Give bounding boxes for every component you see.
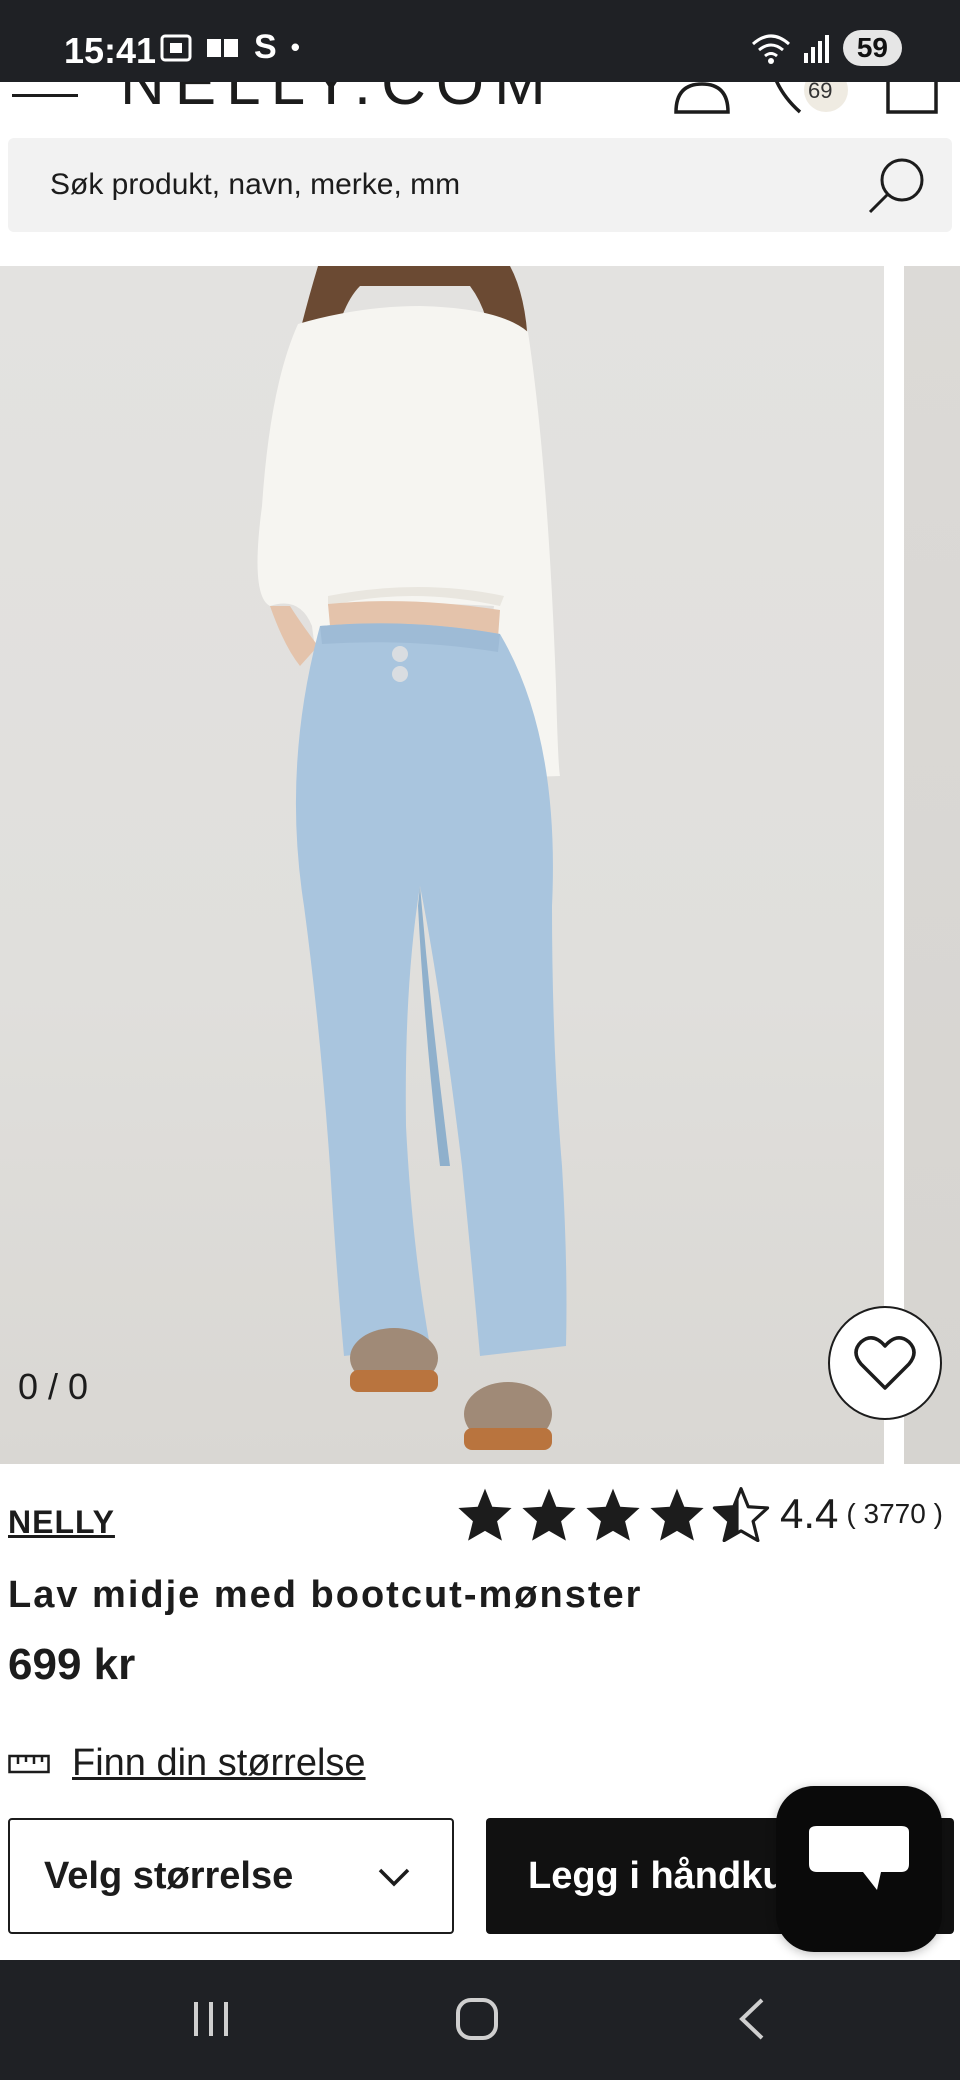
account-icon[interactable]	[672, 82, 732, 122]
search-bar	[8, 138, 952, 232]
signal-icon	[803, 35, 829, 63]
status-bar: 15:41 S • 59	[0, 0, 960, 82]
battery-indicator: 59	[842, 30, 902, 66]
product-image-gallery[interactable]: 0 / 0	[0, 266, 960, 1464]
next-product-image[interactable]	[904, 266, 960, 1464]
chat-icon	[809, 1826, 909, 1890]
menu-icon[interactable]	[12, 88, 82, 116]
heart-icon	[854, 1336, 916, 1390]
search-icon[interactable]	[866, 156, 928, 216]
status-time: 15:41	[64, 30, 157, 71]
product-image[interactable]	[0, 266, 884, 1464]
image-counter: 0 / 0	[18, 1366, 89, 1407]
status-notification-icons: S •	[160, 28, 300, 67]
star-full-icon	[458, 1488, 512, 1541]
star-full-icon	[650, 1488, 704, 1541]
size-guide-label: Finn din størrelse	[72, 1742, 366, 1784]
brand-link[interactable]: NELLY	[8, 1504, 115, 1541]
rating-count: ( 3770 )	[846, 1498, 943, 1529]
wishlist-count: 69	[808, 82, 833, 103]
star-full-icon	[522, 1488, 576, 1541]
rating-value: 4.4	[780, 1490, 839, 1537]
search-input[interactable]	[8, 168, 828, 202]
home-icon[interactable]	[454, 1996, 500, 2042]
site-logo[interactable]: NELLY.COM	[120, 82, 556, 119]
product-title: Lav midje med bootcut-mønster	[8, 1574, 643, 1616]
wifi-icon	[751, 34, 790, 64]
chevron-down-icon	[378, 1868, 410, 1887]
site-header: NELLY.COM 69	[0, 82, 960, 122]
product-rating[interactable]: 4.4 ( 3770 )	[456, 1486, 943, 1542]
status-system-icons: 59	[751, 30, 902, 66]
size-guide-link[interactable]: Finn din størrelse	[8, 1742, 366, 1785]
star-full-icon	[586, 1488, 640, 1541]
size-select-label: Velg størrelse	[44, 1854, 294, 1897]
cart-icon[interactable]	[884, 82, 940, 122]
carrier-icon: S	[254, 28, 277, 66]
message-icon	[207, 38, 238, 57]
system-navigation-bar	[0, 1960, 960, 2080]
recent-apps-icon[interactable]	[188, 1996, 234, 2042]
product-photo-illustration	[257, 266, 567, 1450]
back-icon[interactable]	[730, 1996, 776, 2042]
size-select[interactable]: Velg størrelse	[8, 1818, 454, 1934]
ruler-icon	[8, 1754, 50, 1773]
chat-button[interactable]	[776, 1786, 942, 1952]
screenshot-icon	[160, 34, 192, 61]
product-price: 699 kr	[8, 1640, 136, 1689]
star-partial-icon	[712, 1487, 770, 1542]
wishlist-button[interactable]	[828, 1306, 942, 1420]
notification-dot: •	[290, 32, 300, 62]
rating-stars	[456, 1486, 770, 1542]
